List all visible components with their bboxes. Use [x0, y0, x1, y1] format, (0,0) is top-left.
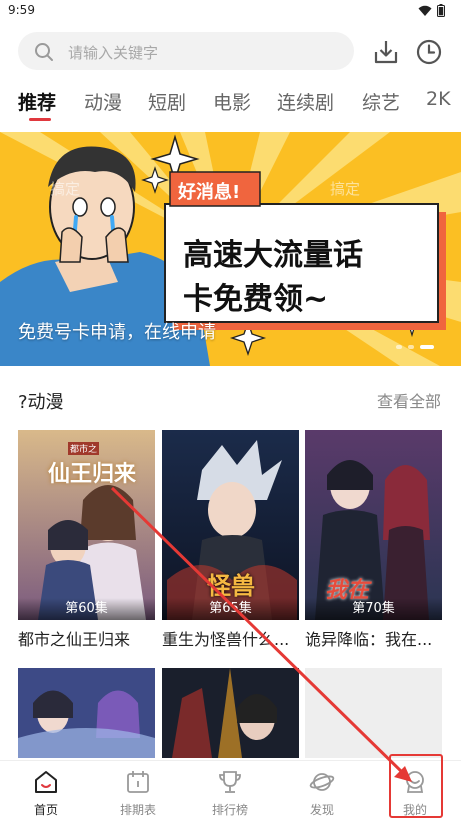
- section-title: ?动漫: [18, 392, 64, 413]
- status-icons: [418, 4, 445, 17]
- card-cover: 我在 第70集: [305, 430, 442, 620]
- pagination-dot: [408, 345, 414, 349]
- watermark-left: 搞定: [50, 180, 81, 198]
- card-title: 都市之仙王归来: [18, 630, 131, 649]
- banner-headline-line2: 卡免费领~: [183, 282, 329, 317]
- nav-label: 首页: [33, 803, 58, 817]
- history-clock-icon[interactable]: [415, 38, 443, 66]
- cover-subtitle: 都市之: [68, 442, 100, 455]
- category-tabs: 推荐 动漫 短剧 电影 连续剧 综艺 2K: [0, 88, 461, 124]
- anime-card[interactable]: [18, 668, 155, 758]
- nav-label: 排行榜: [211, 803, 248, 817]
- card-title: 诡异降临：我在...: [305, 630, 433, 649]
- status-bar: 9:59: [0, 0, 461, 22]
- battery-icon: [437, 4, 445, 17]
- card-cover: [162, 668, 299, 758]
- anime-card-placeholder[interactable]: [305, 668, 442, 758]
- nav-ranking[interactable]: 排行榜: [184, 761, 276, 821]
- search-input[interactable]: 请输入关键字: [18, 32, 354, 70]
- download-icon[interactable]: [372, 38, 400, 66]
- tutorial-highlight-box: [389, 754, 443, 818]
- card-cover: 都市之 仙王归来 第60集: [18, 430, 155, 620]
- card-cover: [18, 668, 155, 758]
- tab-recommend[interactable]: 推荐: [18, 88, 56, 115]
- tab-short-drama[interactable]: 短剧: [148, 88, 186, 115]
- watermark-right: 搞定: [330, 180, 361, 198]
- pagination-dot-active: [420, 345, 434, 349]
- cover-image: [162, 668, 299, 758]
- search-placeholder: 请输入关键字: [68, 44, 159, 62]
- banner-badge: 好消息!: [178, 182, 241, 203]
- anime-card[interactable]: 都市之 仙王归来 第60集 都市之仙王归来: [18, 430, 155, 650]
- tab-anime[interactable]: 动漫: [84, 88, 122, 115]
- planet-icon: [309, 773, 335, 791]
- view-all-link[interactable]: 查看全部: [377, 388, 441, 412]
- tab-series[interactable]: 连续剧: [277, 88, 334, 115]
- calendar-icon: [127, 771, 149, 793]
- trophy-icon: [219, 771, 241, 793]
- nav-home[interactable]: 首页: [0, 761, 92, 821]
- cover-image: [18, 668, 155, 758]
- anime-card[interactable]: 我在 第70集 诡异降临：我在...: [305, 430, 442, 650]
- tab-movie[interactable]: 电影: [213, 88, 251, 115]
- banner-caption: 免费号卡申请，在线申请: [18, 322, 216, 343]
- search-icon: [35, 43, 53, 61]
- pagination-dot: [396, 345, 402, 349]
- nav-label: 排期表: [119, 803, 156, 817]
- anime-card[interactable]: 怪兽 第65集 重生为怪兽什么...: [162, 430, 299, 650]
- nav-discover[interactable]: 发现: [276, 761, 368, 821]
- anime-card[interactable]: [162, 668, 299, 758]
- card-cover: [305, 668, 442, 758]
- tab-variety[interactable]: 综艺: [362, 88, 400, 115]
- card-title: 重生为怪兽什么...: [162, 630, 290, 649]
- episode-label: 第65集: [162, 598, 299, 620]
- cover-title: 仙王归来: [48, 462, 137, 487]
- banner-headline-line1: 高速大流量话: [183, 238, 363, 273]
- tab-2k[interactable]: 2K: [426, 88, 451, 110]
- cover-title: 怪兽: [207, 572, 255, 600]
- wifi-icon: [418, 5, 432, 16]
- episode-label: 第70集: [305, 598, 442, 620]
- banner-pagination: [396, 345, 434, 349]
- home-icon: [35, 771, 57, 793]
- card-cover: 怪兽 第65集: [162, 430, 299, 620]
- active-tab-indicator: [29, 118, 51, 121]
- episode-label: 第60集: [18, 598, 155, 620]
- nav-schedule[interactable]: 排期表: [92, 761, 184, 821]
- status-time: 9:59: [8, 3, 35, 17]
- nav-label: 发现: [309, 803, 334, 817]
